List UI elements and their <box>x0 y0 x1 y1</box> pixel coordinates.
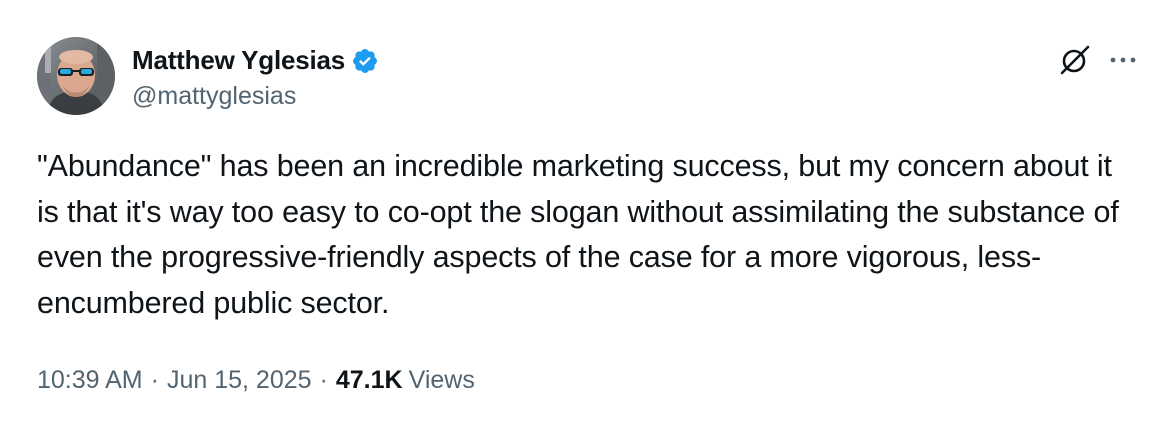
avatar-image <box>37 37 115 115</box>
handle[interactable]: @mattyglesias <box>132 82 379 111</box>
tweet-top-actions <box>1058 40 1140 80</box>
tweet-date[interactable]: Jun 15, 2025 <box>167 366 312 395</box>
tweet-header: Matthew Yglesias @mattyglesias <box>37 36 379 116</box>
more-icon[interactable] <box>1106 43 1140 77</box>
grok-icon[interactable] <box>1058 43 1092 77</box>
author-identity: Matthew Yglesias @mattyglesias <box>132 37 379 115</box>
tweet-meta: 10:39 AM · Jun 15, 2025 · 47.1K Views <box>37 360 475 400</box>
views-count[interactable]: 47.1K <box>336 366 403 395</box>
tweet-text: "Abundance" has been an incredible marke… <box>37 149 1119 320</box>
avatar[interactable] <box>37 37 115 115</box>
meta-separator: · <box>319 365 328 394</box>
name-row: Matthew Yglesias <box>132 42 379 80</box>
display-name[interactable]: Matthew Yglesias <box>132 45 345 76</box>
verified-badge-icon <box>351 47 379 75</box>
tweet-time[interactable]: 10:39 AM <box>37 366 143 395</box>
meta-separator: · <box>150 365 159 394</box>
tweet-card: Matthew Yglesias @mattyglesias "Abundanc… <box>0 0 1170 430</box>
views-label[interactable]: Views <box>409 366 475 395</box>
